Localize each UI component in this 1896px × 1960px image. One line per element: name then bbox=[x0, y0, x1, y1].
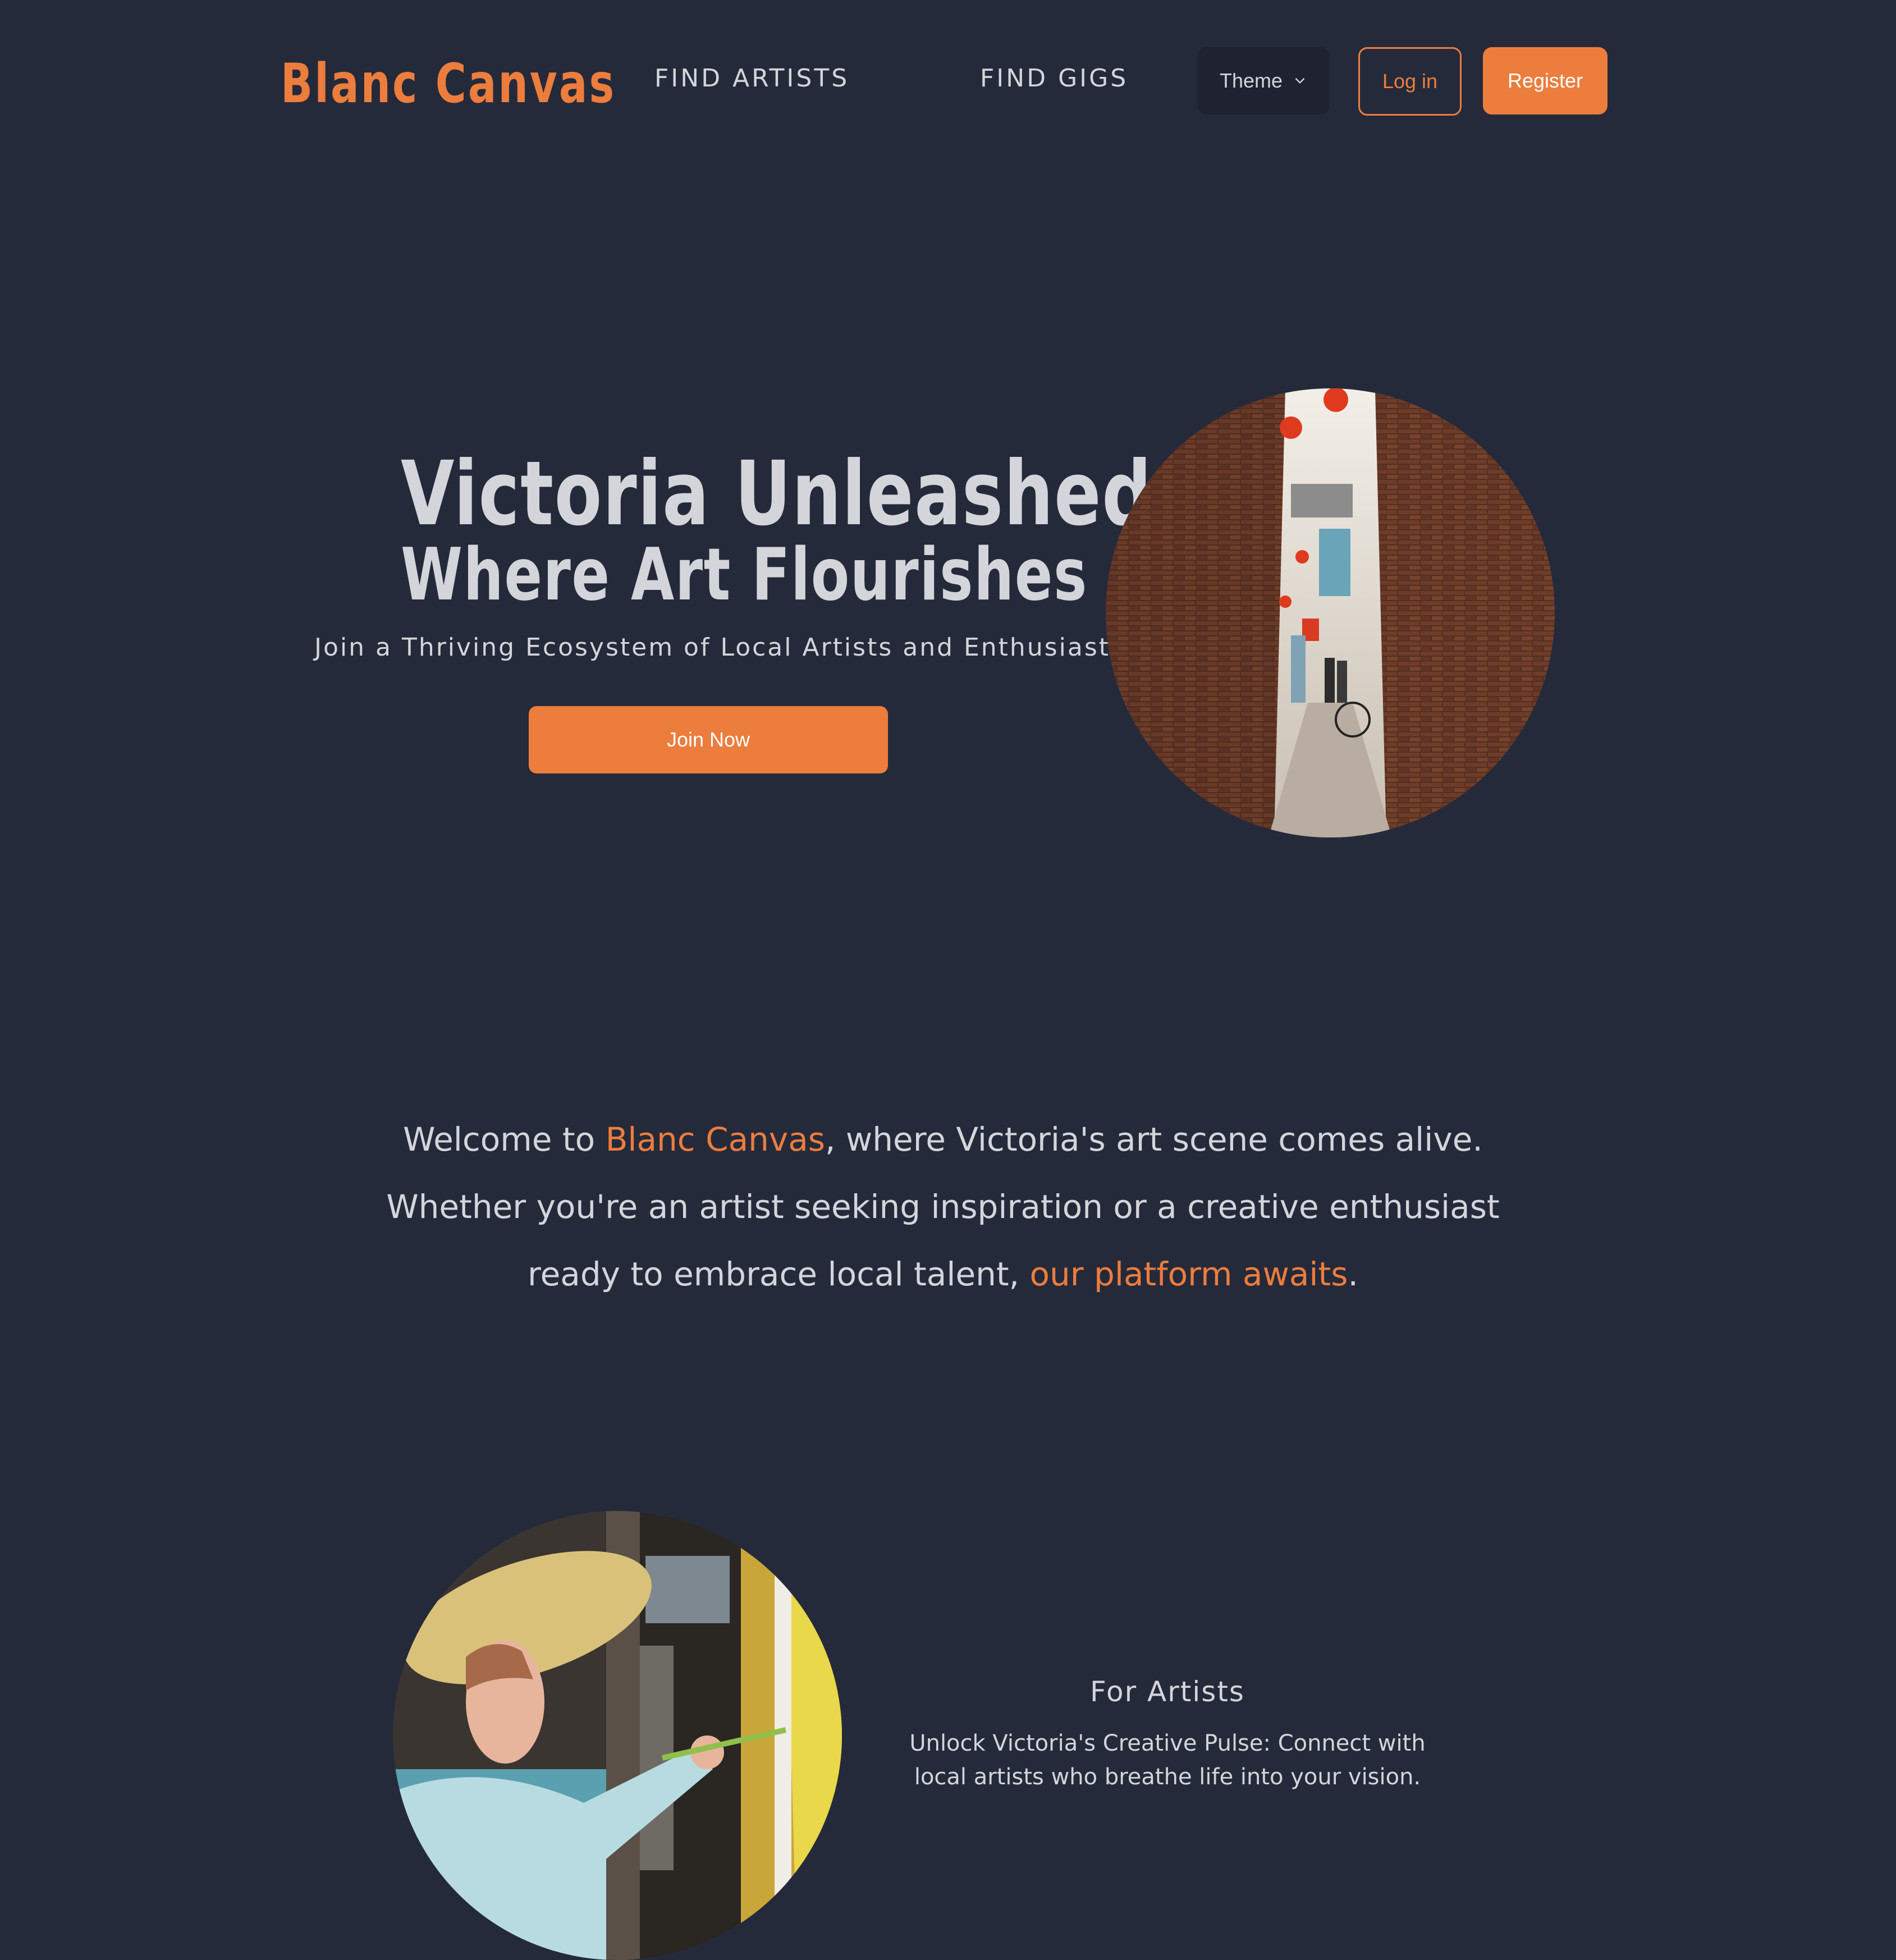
for-artists-description: Unlock Victoria's Creative Pulse: Connec… bbox=[909, 1730, 1426, 1790]
welcome-brand: Blanc Canvas bbox=[605, 1120, 825, 1158]
artist-painting-photo bbox=[393, 1511, 842, 1960]
theme-label: Theme bbox=[1219, 69, 1283, 92]
login-button[interactable]: Log in bbox=[1358, 47, 1462, 116]
nav-find-artists[interactable]: FIND ARTISTS bbox=[654, 59, 849, 98]
alley-photo bbox=[1106, 388, 1555, 837]
platform-link[interactable]: our platform awaits bbox=[1030, 1255, 1348, 1293]
for-artists-heading: For Artists bbox=[1090, 1675, 1245, 1708]
chevron-down-icon bbox=[1293, 69, 1307, 93]
register-button[interactable]: Register bbox=[1483, 47, 1608, 115]
welcome-part1: Welcome to bbox=[403, 1120, 606, 1158]
hero-subtitle: Where Art Flourishes bbox=[401, 533, 1088, 617]
welcome-text: Welcome to Blanc Canvas, where Victoria'… bbox=[337, 1106, 1549, 1308]
brand-logo[interactable]: Blanc Canvas bbox=[281, 47, 616, 120]
hero-tagline: Join a Thriving Ecosystem of Local Artis… bbox=[314, 633, 1125, 662]
nav-find-gigs[interactable]: FIND GIGS bbox=[980, 59, 1128, 98]
hero-title: Victoria Unleashed bbox=[401, 442, 1152, 546]
theme-dropdown[interactable]: Theme bbox=[1198, 47, 1329, 115]
join-now-button[interactable]: Join Now bbox=[529, 706, 888, 773]
welcome-part3: . bbox=[1348, 1255, 1358, 1293]
hero-heading: Victoria Unleashed Where Art Flourishes bbox=[314, 442, 1152, 617]
